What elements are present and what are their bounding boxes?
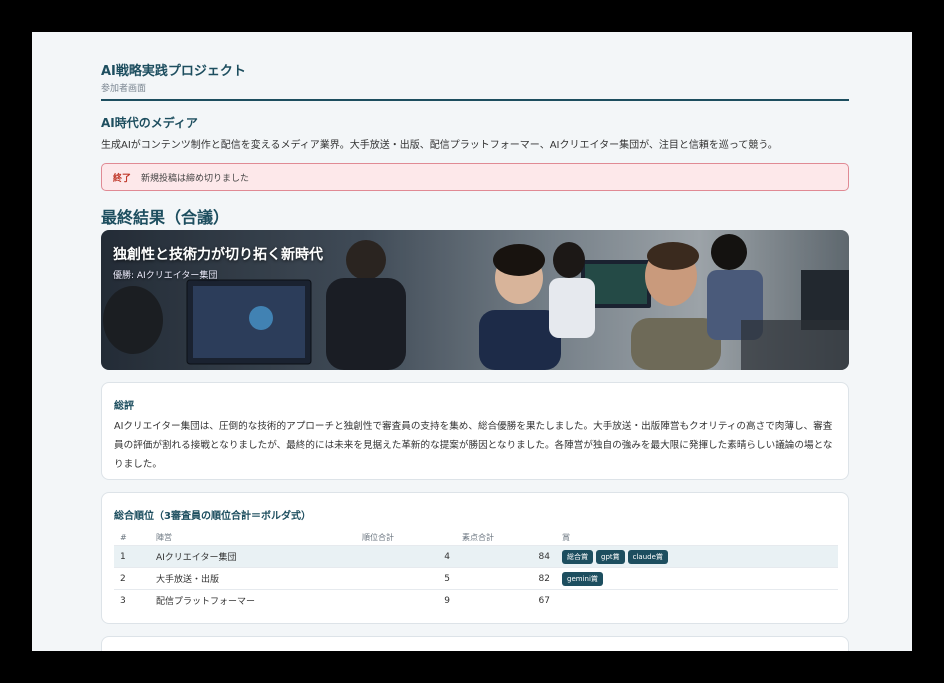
closed-alert: 終了 新規投稿は締め切りました (101, 163, 849, 191)
ranking-title: 総合順位（3審査員の順位合計＝ボルダ式） (114, 511, 311, 522)
row-num: 1 (120, 551, 126, 562)
ranking-card: 総合順位（3審査員の順位合計＝ボルダ式） # 陣営 順位合計 素点合計 賞 1 … (101, 492, 849, 624)
header-team: 陣営 (156, 532, 172, 542)
alert-tag: 終了 (113, 173, 132, 184)
header-rank-sum: 順位合計 (362, 532, 394, 542)
prize-badge: claude賞 (627, 549, 668, 564)
ranking-header-row: # 陣営 順位合計 素点合計 賞 (114, 529, 838, 545)
row-raw-sum: 67 (538, 595, 550, 606)
row-rank-sum: 5 (444, 573, 450, 584)
row-team: 配信プラットフォーマー (156, 597, 256, 607)
table-row: 1 AIクリエイター集団 4 84 総合賞 gpt賞 claude賞 (114, 545, 838, 567)
row-raw-sum: 82 (538, 573, 550, 584)
review-title: 総評 (114, 401, 134, 412)
theme-title: AI時代のメディア (101, 116, 198, 130)
header-num: # (120, 532, 127, 542)
row-prizes: 総合賞 gpt賞 claude賞 (562, 546, 668, 567)
row-prizes: gemini賞 (562, 568, 603, 589)
alert-message: 新規投稿は締め切りました (141, 173, 250, 184)
participant-page: AI戦略実践プロジェクト 参加者画面 AI時代のメディア 生成AIがコンテンツ制… (32, 32, 912, 651)
app-title: AI戦略実践プロジェクト (101, 64, 246, 79)
next-card (101, 636, 849, 651)
hero-banner: 独創性と技術力が切り拓く新時代 優勝: AIクリエイター集団 (101, 230, 849, 370)
row-raw-sum: 84 (538, 551, 550, 562)
table-row: 2 大手放送・出版 5 82 gemini賞 (114, 567, 838, 589)
header-divider (101, 99, 849, 101)
header-raw-sum: 素点合計 (462, 532, 494, 542)
theme-description: 生成AIがコンテンツ制作と配信を変えるメディア業界。大手放送・出版、配信プラット… (101, 140, 778, 151)
table-row: 3 配信プラットフォーマー 9 67 (114, 589, 838, 611)
row-team: AIクリエイター集団 (156, 553, 237, 563)
header-prize: 賞 (562, 532, 570, 542)
row-num: 2 (120, 573, 126, 584)
app-subtitle: 参加者画面 (101, 84, 147, 94)
row-rank-sum: 4 (444, 551, 450, 562)
prize-badge: 総合賞 (562, 549, 593, 564)
prize-badge: gpt賞 (596, 549, 625, 564)
final-result-title: 最終結果（合議） (101, 208, 230, 227)
review-text: AIクリエイター集団は、圧倒的な技術的アプローチと独創性で審査員の支持を集め、総… (114, 421, 833, 470)
row-team: 大手放送・出版 (156, 575, 220, 585)
review-card: 総評 AIクリエイター集団は、圧倒的な技術的アプローチと独創性で審査員の支持を集… (101, 382, 849, 480)
row-rank-sum: 9 (444, 595, 450, 606)
ranking-table: # 陣営 順位合計 素点合計 賞 1 AIクリエイター集団 4 84 総合賞 g… (114, 529, 838, 611)
hero-winner: 優勝: AIクリエイター集団 (113, 271, 218, 281)
prize-badge: gemini賞 (562, 571, 603, 586)
hero-title: 独創性と技術力が切り拓く新時代 (113, 247, 323, 263)
row-num: 3 (120, 595, 126, 606)
